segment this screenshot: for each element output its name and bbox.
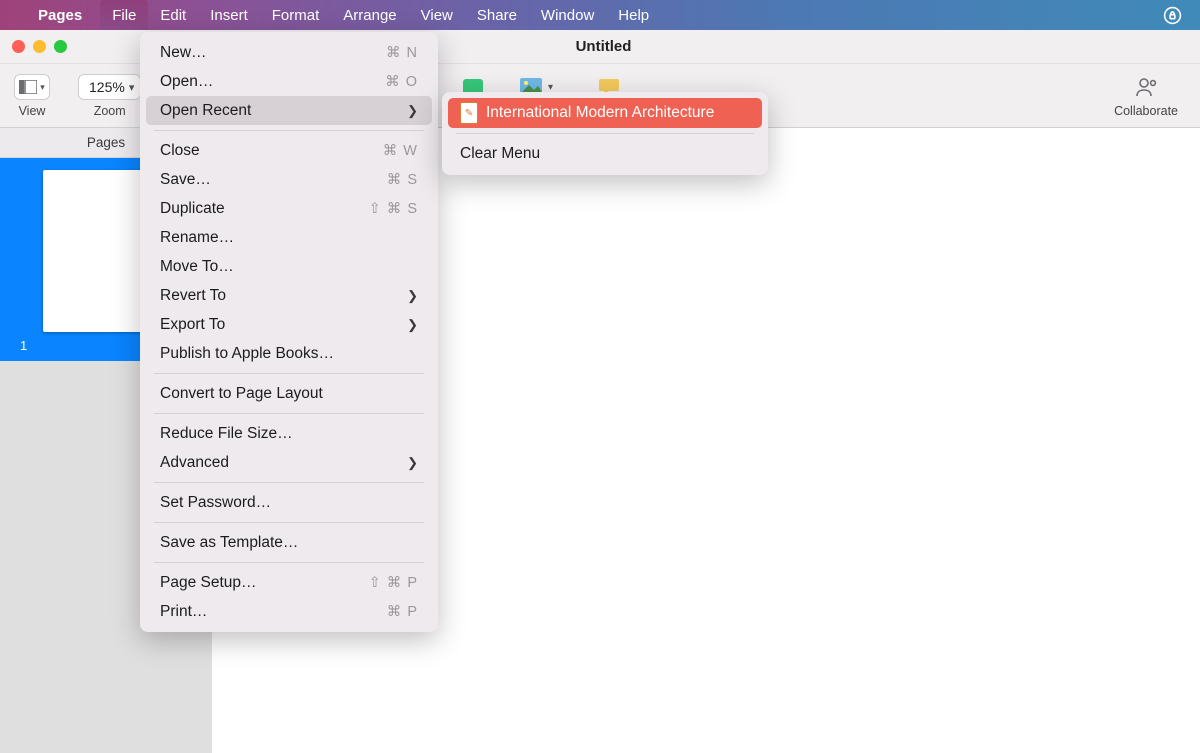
menu-edit[interactable]: Edit (148, 0, 198, 30)
system-menubar: Pages File Edit Insert Format Arrange Vi… (0, 0, 1200, 30)
menu-separator (154, 373, 424, 374)
menu-share[interactable]: Share (465, 0, 529, 30)
file-move-to[interactable]: Move To… (146, 252, 432, 281)
recent-doc-item[interactable]: ✎ International Modern Architecture (448, 98, 762, 128)
file-set-password[interactable]: Set Password… (146, 488, 432, 517)
lock-icon[interactable] (1163, 6, 1182, 25)
file-new[interactable]: New…⌘ N (146, 38, 432, 67)
recent-doc-label: International Modern Architecture (486, 104, 714, 122)
file-duplicate[interactable]: Duplicate⇧ ⌘ S (146, 194, 432, 223)
file-save-template[interactable]: Save as Template… (146, 528, 432, 557)
chevron-right-icon: ❯ (407, 103, 418, 119)
menu-insert[interactable]: Insert (198, 0, 260, 30)
file-open[interactable]: Open…⌘ O (146, 67, 432, 96)
recent-clear-menu[interactable]: Clear Menu (448, 139, 762, 169)
file-revert-to[interactable]: Revert To❯ (146, 281, 432, 310)
file-save[interactable]: Save…⌘ S (146, 165, 432, 194)
chevron-down-icon: ▾ (129, 81, 135, 94)
toolbar-collaborate-label: Collaborate (1114, 104, 1178, 118)
toolbar-view[interactable]: ▾ View (0, 64, 64, 127)
zoom-value: 125% (89, 79, 125, 95)
menu-separator (154, 522, 424, 523)
menu-window[interactable]: Window (529, 0, 606, 30)
pages-document-icon: ✎ (460, 102, 478, 124)
chevron-right-icon: ❯ (407, 455, 418, 471)
file-export-to[interactable]: Export To❯ (146, 310, 432, 339)
open-recent-submenu: ✎ International Modern Architecture Clea… (442, 92, 768, 175)
chevron-right-icon: ❯ (407, 317, 418, 333)
menu-help[interactable]: Help (606, 0, 661, 30)
window-traffic-lights (12, 40, 67, 53)
chevron-right-icon: ❯ (407, 288, 418, 304)
file-close[interactable]: Close⌘ W (146, 136, 432, 165)
file-page-setup[interactable]: Page Setup…⇧ ⌘ P (146, 568, 432, 597)
menu-separator (154, 130, 424, 131)
app-menu[interactable]: Pages (38, 7, 82, 24)
file-advanced[interactable]: Advanced❯ (146, 448, 432, 477)
file-menu: New…⌘ N Open…⌘ O Open Recent❯ Close⌘ W S… (140, 32, 438, 632)
menu-file[interactable]: File (100, 0, 148, 30)
menu-separator (154, 482, 424, 483)
toolbar-view-label: View (19, 104, 46, 118)
menu-arrange[interactable]: Arrange (331, 0, 408, 30)
file-reduce-size[interactable]: Reduce File Size… (146, 419, 432, 448)
page-number: 1 (20, 338, 27, 353)
file-print[interactable]: Print…⌘ P (146, 597, 432, 626)
window-zoom-button[interactable] (54, 40, 67, 53)
window-minimize-button[interactable] (33, 40, 46, 53)
window-close-button[interactable] (12, 40, 25, 53)
toolbar-zoom-label: Zoom (94, 104, 126, 118)
menu-format[interactable]: Format (260, 0, 332, 30)
menu-separator (154, 562, 424, 563)
file-rename[interactable]: Rename… (146, 223, 432, 252)
menu-view[interactable]: View (409, 0, 465, 30)
chevron-down-icon: ▾ (40, 82, 45, 93)
file-publish[interactable]: Publish to Apple Books… (146, 339, 432, 368)
toolbar-collaborate[interactable]: Collaborate (1100, 64, 1200, 127)
menu-separator (154, 413, 424, 414)
menu-separator (456, 133, 754, 134)
file-open-recent[interactable]: Open Recent❯ (146, 96, 432, 125)
file-convert-layout[interactable]: Convert to Page Layout (146, 379, 432, 408)
